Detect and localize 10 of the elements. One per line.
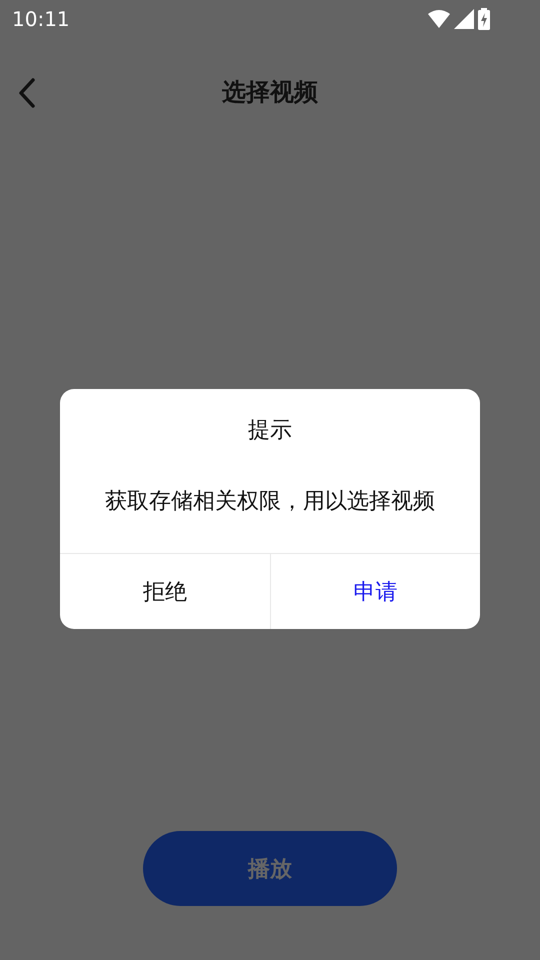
wifi-icon xyxy=(428,10,450,28)
dialog-message: 获取存储相关权限，用以选择视频 xyxy=(105,487,435,515)
dialog-title: 提示 xyxy=(248,416,292,444)
signal-icon xyxy=(454,9,474,29)
status-time: 10:11 xyxy=(12,6,70,33)
page-title: 选择视频 xyxy=(222,78,318,108)
reject-button[interactable]: 拒绝 xyxy=(60,554,270,629)
back-icon xyxy=(18,78,36,108)
apply-button[interactable]: 申请 xyxy=(270,554,480,629)
battery-icon xyxy=(478,8,490,30)
